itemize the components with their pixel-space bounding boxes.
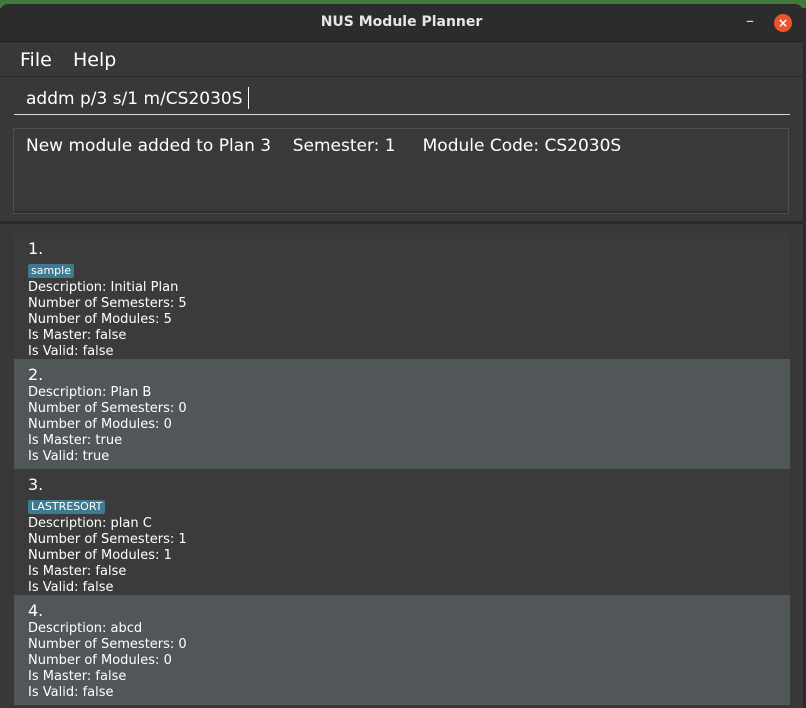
plan-is-valid: Is Valid: false bbox=[28, 685, 114, 700]
minimize-icon[interactable]: – bbox=[741, 10, 759, 32]
plan-index: 4. bbox=[28, 601, 44, 620]
plan-is-valid: Is Valid: false bbox=[28, 580, 114, 595]
plan-card[interactable]: 4. Description: abcd Number of Semesters… bbox=[14, 595, 790, 705]
plan-is-master: Is Master: false bbox=[28, 328, 127, 343]
plan-is-valid: Is Valid: false bbox=[28, 344, 114, 359]
plan-is-master: Is Master: true bbox=[28, 433, 123, 448]
plan-description: Description: Initial Plan bbox=[28, 280, 179, 295]
plan-semester-count: Number of Semesters: 0 bbox=[28, 637, 187, 652]
text-cursor bbox=[248, 87, 249, 109]
plan-is-master: Is Master: false bbox=[28, 564, 127, 579]
plan-index: 2. bbox=[28, 365, 44, 384]
result-display: New module added to Plan 3 Semester: 1 M… bbox=[13, 128, 789, 214]
plan-card[interactable]: 3. LASTRESORT Description: plan C Number… bbox=[14, 469, 790, 595]
result-scrollbar[interactable] bbox=[14, 211, 788, 213]
plan-description: Description: plan C bbox=[28, 516, 152, 531]
plan-card[interactable]: 2. Description: Plan B Number of Semeste… bbox=[14, 359, 790, 469]
plan-is-master: Is Master: false bbox=[28, 669, 127, 684]
plan-description: Description: Plan B bbox=[28, 385, 152, 400]
menu-help[interactable]: Help bbox=[73, 49, 116, 71]
plan-semester-count: Number of Semesters: 5 bbox=[28, 296, 187, 311]
plan-card[interactable]: 1. sample Description: Initial Plan Numb… bbox=[14, 233, 790, 359]
title-bar: NUS Module Planner – × bbox=[0, 4, 803, 42]
menu-file[interactable]: File bbox=[20, 49, 52, 71]
result-message: New module added to Plan 3 Semester: 1 M… bbox=[26, 136, 622, 156]
plan-description: Description: abcd bbox=[28, 621, 143, 636]
close-icon[interactable]: × bbox=[774, 14, 792, 32]
plan-semester-count: Number of Semesters: 0 bbox=[28, 401, 187, 416]
plan-tag: sample bbox=[28, 264, 74, 278]
app-window: NUS Module Planner – × File Help New mod… bbox=[0, 4, 803, 708]
plan-index: 3. bbox=[28, 475, 44, 494]
plan-module-count: Number of Modules: 5 bbox=[28, 312, 172, 327]
divider bbox=[0, 221, 803, 224]
plan-module-count: Number of Modules: 0 bbox=[28, 653, 172, 668]
window-title: NUS Module Planner bbox=[320, 14, 483, 30]
command-input[interactable] bbox=[14, 83, 790, 115]
plan-module-count: Number of Modules: 1 bbox=[28, 548, 172, 563]
plan-tag: LASTRESORT bbox=[28, 500, 106, 514]
plan-module-count: Number of Modules: 0 bbox=[28, 417, 172, 432]
plan-semester-count: Number of Semesters: 1 bbox=[28, 532, 187, 547]
plan-is-valid: Is Valid: true bbox=[28, 449, 110, 464]
command-area bbox=[0, 77, 803, 126]
plan-index: 1. bbox=[28, 239, 44, 258]
menu-bar: File Help bbox=[0, 42, 803, 77]
plan-list[interactable]: 1. sample Description: Initial Plan Numb… bbox=[14, 233, 790, 708]
